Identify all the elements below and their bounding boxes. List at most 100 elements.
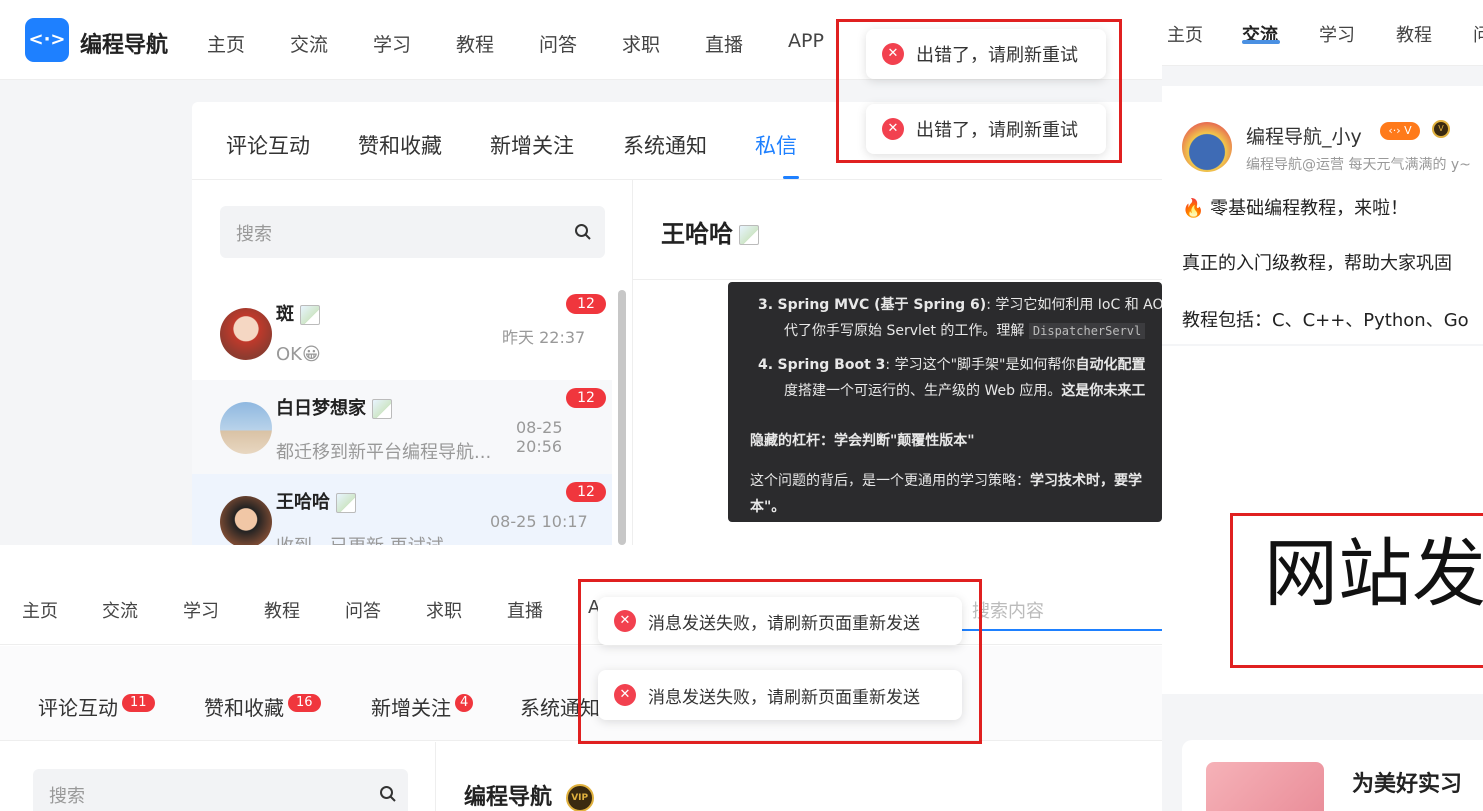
list-text: : 学习它如何利用 IoC 和 AO (986, 297, 1162, 313)
messages-card: 评论互动 赞和收藏 新增关注 系统通知 私信 搜索 斑 OK😀 昨天 22:37… (192, 102, 1162, 545)
conversation-item[interactable]: 白日梦想家 都迁移到新平台编程导航... 08-25 20:56 12 (192, 380, 612, 474)
conversation-name: 王哈哈 (276, 492, 330, 513)
tab-likes[interactable]: 赞和收藏 (358, 130, 442, 160)
unread-count-badge: 12 (566, 482, 606, 502)
nav-learn[interactable]: 学习 (183, 597, 219, 623)
nav-community[interactable]: 交流 (290, 30, 328, 57)
section-title: 隐藏的杠杆：学会判断"颠覆性版本" (750, 433, 975, 449)
conversation-name: 斑 (276, 304, 294, 325)
recommend-card[interactable]: 为美好实习 (1182, 740, 1483, 811)
list-bold: 自动化配置 (1075, 357, 1146, 373)
conversation-preview: 都迁移到新平台编程导航... (276, 442, 492, 463)
post-line: 真正的入门级教程，帮助大家巩固 (1182, 253, 1452, 274)
search-icon[interactable] (379, 785, 397, 803)
post-card: 编程导航_小y ‹·› V V 编程导航@运营 每天元气满满的 y~ 🔥 零基础… (1162, 86, 1483, 344)
vip-badge-icon: V (1432, 120, 1450, 138)
vip-badge-icon: VIP (565, 784, 594, 811)
nav-app[interactable]: APP (788, 30, 824, 52)
conversation-item[interactable]: 王哈哈 收到，已更新,再试试 08-25 10:17 12 (192, 474, 612, 545)
chat-title: 编程导航 (464, 785, 553, 810)
nav-qa[interactable]: 问答 (345, 597, 381, 623)
nav-home[interactable]: 主页 (22, 597, 58, 623)
author-meta: 编程导航@运营 每天元气满满的 y~ (1246, 157, 1471, 173)
nav-home[interactable]: 主页 (207, 30, 245, 57)
nav-home[interactable]: 主页 (1167, 21, 1203, 47)
nav-live[interactable]: 直播 (507, 597, 543, 623)
search-placeholder: 搜索 (49, 786, 85, 807)
post-line: 🔥 零基础编程教程，来啦！ (1182, 198, 1409, 219)
search-placeholder: 搜索 (236, 224, 272, 245)
list-text: 代了你手写原始 Servlet 的工作。理解 (784, 323, 1025, 339)
nav-learn[interactable]: 学习 (373, 30, 411, 57)
tab-follows[interactable]: 新增关注 4 (371, 692, 474, 721)
chat-message-image[interactable]: 3. Spring MVC (基于 Spring 6): 学习它如何利用 IoC… (728, 282, 1162, 522)
paragraph-end: 本"。 (750, 499, 786, 515)
author-avatar[interactable] (1182, 122, 1232, 172)
unread-count-badge: 12 (566, 388, 606, 408)
search-placeholder: 搜索内容 (972, 601, 1044, 622)
nav-community[interactable]: 交流 (102, 597, 138, 623)
level-badge-icon: ‹·› V (1380, 122, 1420, 140)
nav-tutorial[interactable]: 教程 (264, 597, 300, 623)
nav-qa[interactable]: 问答 (539, 30, 577, 57)
list-text: : 学习这个"脚手架"是如何帮你 (885, 357, 1076, 373)
chat-title: 王哈哈 (661, 220, 733, 248)
nav-active-underline (1242, 40, 1280, 44)
logo-icon[interactable]: <·> (25, 18, 69, 62)
logo-text[interactable]: 编程导航 (80, 27, 168, 59)
nav-more[interactable]: 问 (1473, 21, 1483, 47)
tab-comments[interactable]: 评论互动 11 (38, 692, 155, 721)
right-header: 主页 交流 学习 教程 问 (1162, 0, 1483, 66)
list-item: 3. Spring MVC (基于 Spring 6): 学习它如何利用 IoC… (758, 294, 1162, 314)
code-span: DispatcherServl (1028, 323, 1146, 339)
chat-header: 王哈哈 (633, 180, 1162, 280)
broken-image-icon (372, 399, 392, 419)
nav-jobs[interactable]: 求职 (426, 597, 462, 623)
nav-tutorial[interactable]: 教程 (1396, 21, 1432, 47)
nav-jobs[interactable]: 求职 (622, 30, 660, 57)
conversation-name: 白日梦想家 (276, 398, 366, 419)
scrollbar[interactable] (618, 290, 626, 545)
tab-likes[interactable]: 赞和收藏 16 (204, 692, 321, 721)
conversation-item[interactable]: 斑 OK😀 昨天 22:37 12 (192, 286, 612, 380)
unread-count-badge: 12 (566, 294, 606, 314)
paragraph: 这个问题的背后，是一个更通用的学习策略：学习技术时，要学 (750, 470, 1142, 490)
post-line: 教程包括：C、C++、Python、Go (1182, 310, 1469, 331)
tab-comments[interactable]: 评论互动 (226, 130, 310, 160)
list-item-line2: 代了你手写原始 Servlet 的工作。理解 DispatcherServl (784, 320, 1146, 340)
broken-image-icon (336, 493, 356, 513)
conversation-time: 08-25 20:56 (516, 418, 563, 456)
conversation-name-row: 斑 (276, 300, 320, 326)
broken-image-icon (739, 225, 759, 245)
conversation-search[interactable]: 搜索 (33, 769, 408, 811)
nav-tutorial[interactable]: 教程 (456, 30, 494, 57)
author-name[interactable]: 编程导航_小y (1246, 122, 1362, 149)
list-text: 度搭建一个可运行的、生产级的 Web 应用。 (784, 383, 1062, 399)
nav-live[interactable]: 直播 (705, 30, 743, 57)
list-item: 4. Spring Boot 3: 学习这个"脚手架"是如何帮你自动化配置 (758, 354, 1145, 374)
nav-learn[interactable]: 学习 (1319, 21, 1355, 47)
site-search-input[interactable]: 搜索内容 (956, 589, 1162, 631)
highlight-box (578, 579, 982, 744)
count-badge: 4 (455, 694, 474, 712)
broken-image-icon (300, 305, 320, 325)
highlight-box (1230, 513, 1483, 668)
avatar (220, 308, 272, 360)
conversation-search[interactable]: 搜索 (220, 206, 605, 258)
list-number: 4. (758, 357, 774, 373)
conversation-time: 08-25 10:17 (490, 512, 588, 531)
chat-title-row: 王哈哈 (661, 214, 759, 249)
count-badge: 16 (288, 694, 321, 712)
list-bold: Spring Boot 3 (777, 357, 886, 373)
tab-label: 新增关注 (371, 696, 451, 720)
tab-system[interactable]: 系统通知 (623, 130, 707, 160)
paragraph-text: 这个问题的背后，是一个更通用的学习策略： (750, 473, 1030, 489)
tab-private[interactable]: 私信 (755, 130, 797, 160)
bottom-screenshot: 主页 交流 学习 教程 问答 求职 直播 A 搜索内容 评论互动 11 赞和收藏 1… (0, 545, 1162, 811)
list-number: 3. (758, 297, 774, 313)
count-badge: 11 (122, 694, 155, 712)
list-bold: Spring MVC (基于 Spring 6) (777, 297, 987, 313)
conversation-preview: 收到，已更新,再试试 (276, 532, 444, 545)
search-icon[interactable] (574, 223, 592, 241)
tab-follows[interactable]: 新增关注 (490, 130, 574, 160)
